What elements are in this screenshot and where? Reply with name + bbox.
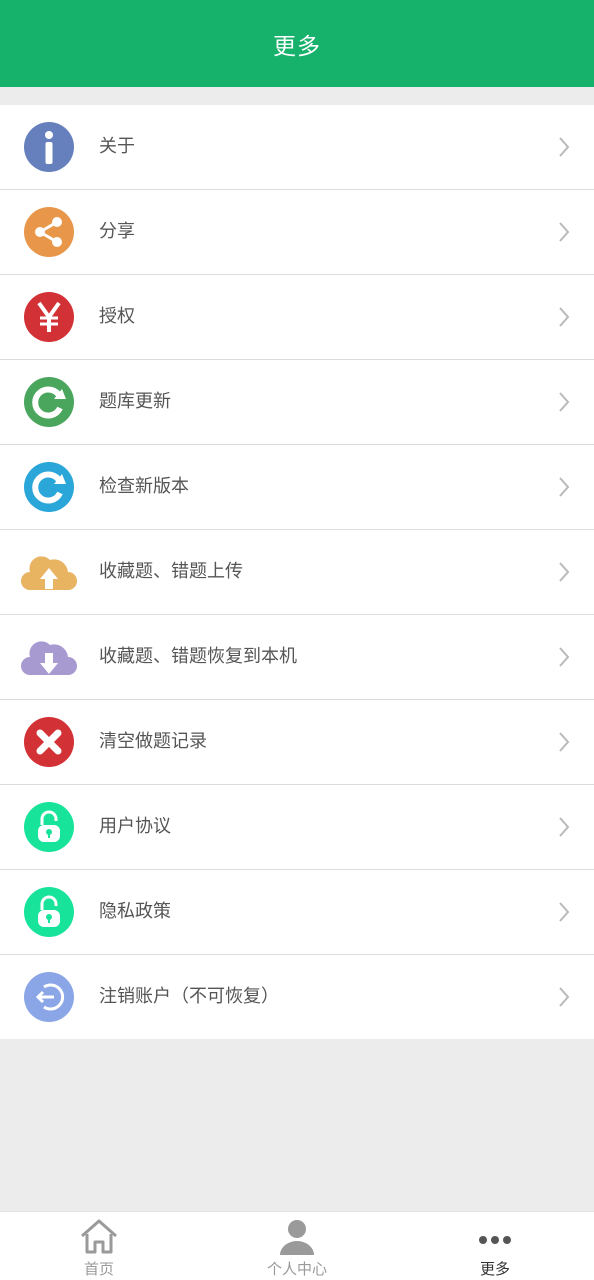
menu-item-user-agreement[interactable]: 用户协议 [0,785,594,870]
tab-more[interactable]: 更多 [396,1212,594,1280]
home-icon [79,1216,119,1256]
lock-icon [20,801,78,853]
chevron-right-icon [556,560,572,584]
menu-item-clear-records[interactable]: 清空做题记录 [0,700,594,785]
refresh-icon [20,376,78,428]
user-icon [277,1216,317,1256]
tab-label: 首页 [83,1260,114,1278]
menu-item-upload-favorites[interactable]: 收藏题、错题上传 [0,530,594,615]
chevron-right-icon [556,475,572,499]
menu-item-bank-update[interactable]: 题库更新 [0,360,594,445]
update-icon [20,461,78,513]
share-icon [20,206,78,258]
tab-home[interactable]: 首页 [0,1212,198,1280]
menu-item-privacy-policy[interactable]: 隐私政策 [0,870,594,955]
chevron-right-icon [556,305,572,329]
menu-item-label: 收藏题、错题上传 [99,561,243,582]
more-icon [475,1216,515,1256]
clear-icon [20,716,78,768]
chevron-right-icon [556,985,572,1009]
bottom-tab-bar: 首页 个人中心 更多 [0,1211,594,1280]
tab-label: 更多 [479,1260,510,1278]
chevron-right-icon [556,135,572,159]
menu-item-restore-favorites[interactable]: 收藏题、错题恢复到本机 [0,615,594,700]
menu-item-label: 题库更新 [99,391,171,412]
tab-label: 个人中心 [266,1260,327,1278]
lock-icon [20,886,78,938]
menu-item-share[interactable]: 分享 [0,190,594,275]
logout-icon [20,971,78,1023]
menu-list: 关于 分享 授权 题库更新 检查新版本 收藏题、错题上传 收藏题、错题恢复到本机… [0,105,594,1039]
chevron-right-icon [556,390,572,414]
menu-item-label: 分享 [99,221,135,242]
menu-item-authorize[interactable]: 授权 [0,275,594,360]
menu-item-check-version[interactable]: 检查新版本 [0,445,594,530]
menu-item-label: 清空做题记录 [99,731,207,752]
chevron-right-icon [556,220,572,244]
cloud-download-icon [20,631,78,683]
menu-item-about[interactable]: 关于 [0,105,594,190]
header-bar: 更多 [0,0,594,87]
menu-item-label: 隐私政策 [99,901,171,922]
menu-item-label: 注销账户（不可恢复） [99,986,279,1007]
menu-item-delete-account[interactable]: 注销账户（不可恢复） [0,955,594,1039]
page-title: 更多 [273,33,321,60]
menu-item-label: 检查新版本 [99,476,189,497]
chevron-right-icon [556,815,572,839]
menu-item-label: 授权 [99,306,135,327]
cloud-upload-icon [20,546,78,598]
app-root: 更多 关于 分享 授权 题库更新 检查新版本 收藏题、错题上传 收藏题、错题恢复… [0,0,594,1280]
chevron-right-icon [556,900,572,924]
menu-item-label: 收藏题、错题恢复到本机 [99,646,297,667]
chevron-right-icon [556,645,572,669]
yen-icon [20,291,78,343]
chevron-right-icon [556,730,572,754]
info-icon [20,121,78,173]
tab-profile[interactable]: 个人中心 [198,1212,396,1280]
menu-item-label: 关于 [99,136,135,157]
menu-item-label: 用户协议 [99,816,171,837]
